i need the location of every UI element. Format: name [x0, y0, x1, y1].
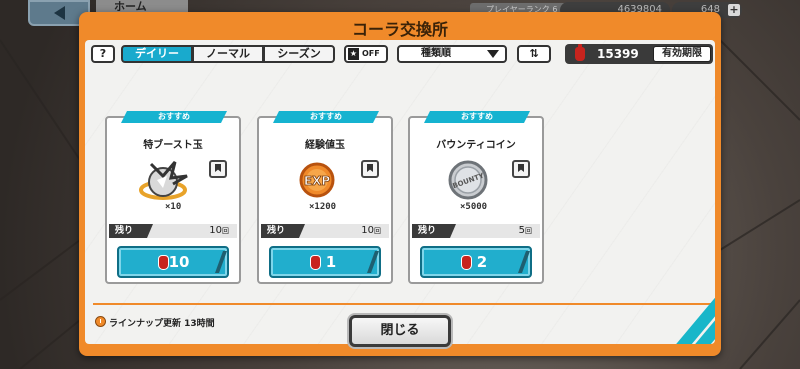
- help-button[interactable]: ?: [91, 45, 115, 63]
- cola-balance: 15399 有効期限: [565, 44, 713, 64]
- dialog-title: コーラ交換所: [351, 20, 448, 39]
- remaining-bar: 残り 10回: [261, 224, 389, 238]
- item-name: 経験値玉: [305, 140, 345, 151]
- recommend-ribbon: おすすめ: [121, 111, 227, 123]
- remaining-value: 10回: [209, 225, 229, 236]
- lineup-label: ラインナップ更新: [109, 319, 182, 329]
- bookmark-icon: ★: [348, 48, 359, 60]
- exchange-card[interactable]: おすすめ バウンティコイン BOUNTY ×5000 残り 5回 2: [408, 116, 544, 284]
- favorite-filter-state: OFF: [362, 49, 380, 58]
- back-arrow-icon: [53, 6, 65, 20]
- close-button[interactable]: 閉じる: [349, 315, 451, 347]
- lineup-time: 13時間: [184, 319, 215, 329]
- remaining-value: 5回: [518, 225, 532, 236]
- exchange-button[interactable]: 10: [117, 246, 229, 278]
- sort-value: 種類順: [421, 48, 451, 59]
- price-value: 1: [325, 253, 337, 271]
- cola-icon: [159, 256, 168, 269]
- favorite-toggle[interactable]: [512, 160, 530, 178]
- sort-select[interactable]: 種類順: [397, 45, 507, 63]
- recommend-ribbon: おすすめ: [424, 111, 530, 123]
- chevron-down-icon: [487, 50, 499, 58]
- recommend-ribbon: おすすめ: [273, 111, 379, 123]
- remaining-value: 10回: [361, 225, 381, 236]
- price-value: 2: [476, 253, 488, 271]
- cola-exchange-dialog: コーラ交換所 おすすめ 特ブースト玉 ×10 残り 10回 10 おすすめ 経験…: [79, 12, 721, 356]
- exchange-card[interactable]: おすすめ 経験値玉 EXP ×1200 残り 10回 1: [257, 116, 393, 284]
- tab-season[interactable]: シーズン: [263, 45, 335, 63]
- exchange-button[interactable]: 1: [269, 246, 381, 278]
- exchange-button[interactable]: 2: [420, 246, 532, 278]
- footer-divider: [93, 303, 713, 305]
- cola-icon: [462, 256, 471, 269]
- tab-daily[interactable]: デイリー: [121, 45, 193, 63]
- remaining-label: 残り: [412, 224, 456, 238]
- filter-bar: ? デイリー ノーマル シーズン ★ OFF 種類順 ⇅ 15399 有効期限: [85, 44, 715, 66]
- sort-order-button[interactable]: ⇅: [517, 45, 551, 63]
- item-name: バウンティコイン: [436, 140, 516, 151]
- expiry-button[interactable]: 有効期限: [653, 46, 711, 62]
- corner-decoration: [655, 284, 715, 344]
- tab-normal[interactable]: ノーマル: [192, 45, 264, 63]
- favorite-filter-toggle[interactable]: ★ OFF: [344, 45, 388, 63]
- add-currency-button[interactable]: +: [728, 4, 740, 16]
- item-name: 特ブースト玉: [143, 140, 203, 151]
- item-quantity: ×10: [165, 202, 182, 212]
- cola-icon: [575, 44, 585, 61]
- clock-icon: [95, 316, 106, 327]
- remaining-label: 残り: [261, 224, 305, 238]
- item-quantity: ×5000: [460, 202, 488, 212]
- remaining-bar: 残り 5回: [412, 224, 540, 238]
- remaining-label: 残り: [109, 224, 153, 238]
- exchange-card[interactable]: おすすめ 特ブースト玉 ×10 残り 10回 10: [105, 116, 241, 284]
- favorite-toggle[interactable]: [209, 160, 227, 178]
- item-quantity: ×1200: [309, 202, 337, 212]
- dialog-body: おすすめ 特ブースト玉 ×10 残り 10回 10 おすすめ 経験値玉 EXP …: [85, 40, 715, 344]
- lineup-update-info: ラインナップ更新 13時間: [95, 316, 215, 329]
- favorite-toggle[interactable]: [361, 160, 379, 178]
- price-value: 10: [168, 253, 190, 271]
- cola-count-value: 15399: [597, 47, 639, 61]
- cola-icon: [311, 256, 320, 269]
- svg-text:EXP: EXP: [304, 174, 330, 188]
- remaining-bar: 残り 10回: [109, 224, 237, 238]
